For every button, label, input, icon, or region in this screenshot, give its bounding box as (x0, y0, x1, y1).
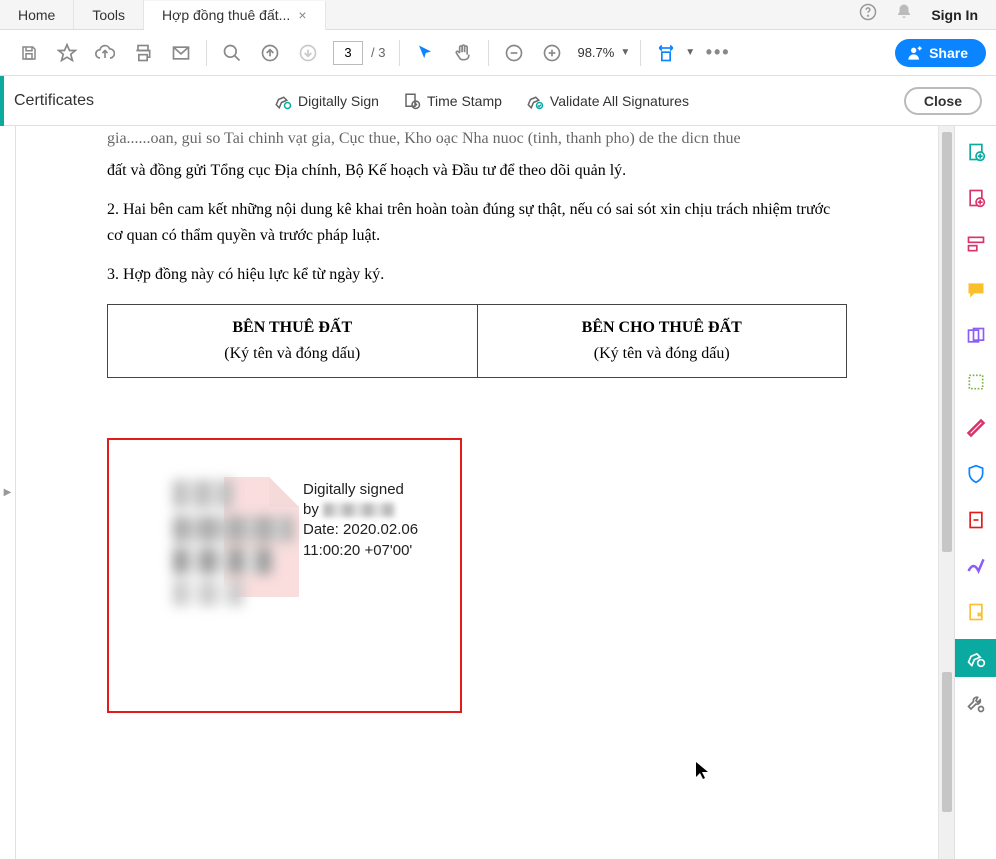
scrollbar-thumb[interactable] (942, 132, 952, 552)
left-panel-toggle[interactable]: ▶ (0, 126, 16, 859)
signature-cell-lessee: BÊN THUÊ ĐẤT (Ký tên và đóng dấu) (108, 304, 478, 377)
signature-content: Digitally signed by Date: 2020.02.06 11:… (173, 480, 418, 606)
protect-icon[interactable] (964, 462, 988, 486)
toolbar-separator (206, 40, 207, 66)
zoom-in-icon[interactable] (537, 38, 567, 68)
signature-head-lessee: BÊN THUÊ ĐẤT (232, 319, 352, 336)
time-stamp-button[interactable]: Time Stamp (403, 92, 502, 110)
help-icon[interactable] (859, 3, 877, 26)
signature-note-lessee: (Ký tên và đóng dấu) (116, 345, 469, 363)
star-icon[interactable] (52, 38, 82, 68)
zoom-out-icon[interactable] (499, 38, 529, 68)
zoom-dropdown-icon[interactable]: ▼ (620, 47, 630, 58)
signature-details: Digitally signed by Date: 2020.02.06 11:… (303, 480, 418, 606)
send-icon[interactable] (964, 600, 988, 624)
sig-line-1: Digitally signed (303, 480, 418, 500)
doc-text-line: 3. Hợp đồng này có hiệu lực kể từ ngày k… (107, 262, 847, 288)
validate-signatures-button[interactable]: Validate All Signatures (526, 92, 689, 110)
organize-icon[interactable] (964, 370, 988, 394)
certificates-actions: Digitally Sign Time Stamp Validate All S… (274, 92, 689, 110)
digitally-sign-label: Digitally Sign (298, 93, 379, 109)
signature-note-lessor: (Ký tên và đóng dấu) (486, 345, 839, 363)
tab-tools[interactable]: Tools (74, 0, 144, 29)
save-icon[interactable] (14, 38, 44, 68)
close-icon[interactable]: × (298, 7, 306, 23)
top-right-group: Sign In (859, 3, 996, 26)
main-area: ▶ gia......oan, gui so Tai chinh vạt gia… (0, 126, 996, 859)
more-tools-icon[interactable] (964, 692, 988, 716)
validate-signatures-label: Validate All Signatures (550, 93, 689, 109)
bell-icon[interactable] (895, 3, 913, 26)
signature-cell-lessor: BÊN CHO THUÊ ĐẤT (Ký tên và đóng dấu) (477, 304, 847, 377)
tab-document[interactable]: Hợp đồng thuê đất... × (144, 1, 325, 30)
time-stamp-label: Time Stamp (427, 93, 502, 109)
page-total-label: / 3 (371, 45, 385, 60)
toolbar-separator (399, 40, 400, 66)
scrollbar-thumb-secondary[interactable] (942, 672, 952, 812)
compress-icon[interactable] (964, 508, 988, 532)
print-icon[interactable] (128, 38, 158, 68)
comment-icon[interactable] (964, 278, 988, 302)
fit-width-icon[interactable] (651, 38, 681, 68)
zoom-out-search-icon[interactable] (217, 38, 247, 68)
close-button[interactable]: Close (904, 87, 982, 115)
document-page: gia......oan, gui so Tai chinh vạt gia, … (67, 126, 887, 753)
top-tabs-bar: Home Tools Hợp đồng thuê đất... × Sign I… (0, 0, 996, 30)
pointer-icon[interactable] (410, 38, 440, 68)
next-page-icon[interactable] (293, 38, 323, 68)
prev-page-icon[interactable] (255, 38, 285, 68)
certificates-tool-icon[interactable] (955, 639, 996, 677)
doc-text-line: gia......oan, gui so Tai chinh vạt gia, … (107, 126, 847, 152)
hand-icon[interactable] (448, 38, 478, 68)
page-number-input[interactable] (333, 41, 363, 65)
certificates-title: Certificates (14, 92, 94, 110)
zoom-level-label: 98.7% (577, 45, 614, 60)
vertical-scrollbar[interactable] (938, 126, 954, 859)
fill-sign-icon[interactable] (964, 554, 988, 578)
certificates-active-indicator (0, 76, 4, 126)
tab-document-label: Hợp đồng thuê đất... (162, 7, 290, 23)
signature-table: BÊN THUÊ ĐẤT (Ký tên và đóng dấu) BÊN CH… (107, 304, 847, 378)
toolbar-separator (488, 40, 489, 66)
fit-dropdown-icon[interactable]: ▼ (685, 47, 695, 58)
share-button-label: Share (929, 45, 968, 61)
redact-icon[interactable] (964, 416, 988, 440)
share-button[interactable]: Share (895, 39, 986, 67)
cursor-icon (696, 762, 710, 785)
toolbar-separator (640, 40, 641, 66)
digitally-sign-button[interactable]: Digitally Sign (274, 92, 379, 110)
sign-in-link[interactable]: Sign In (931, 7, 978, 23)
right-tool-rail (954, 126, 996, 859)
export-pdf-icon[interactable] (964, 186, 988, 210)
combine-icon[interactable] (964, 324, 988, 348)
digital-signature-field[interactable]: Digitally signed by Date: 2020.02.06 11:… (107, 438, 462, 713)
create-pdf-icon[interactable] (964, 140, 988, 164)
doc-text-line: đất và đồng gửi Tổng cục Địa chính, Bộ K… (107, 158, 847, 184)
signature-head-lessor: BÊN CHO THUÊ ĐẤT (582, 319, 742, 336)
sig-line-2: by (303, 500, 418, 520)
sig-line-3: Date: 2020.02.06 (303, 520, 418, 540)
certificates-bar: Certificates Digitally Sign Time Stamp V… (0, 76, 996, 126)
cloud-upload-icon[interactable] (90, 38, 120, 68)
main-toolbar: / 3 98.7% ▼ ▼ ••• Share (0, 30, 996, 76)
signature-image-redacted (173, 480, 293, 606)
edit-pdf-icon[interactable] (964, 232, 988, 256)
doc-text-line: 2. Hai bên cam kết những nội dung kê kha… (107, 197, 847, 248)
sig-line-4: 11:00:20 +07'00' (303, 541, 418, 561)
mail-icon[interactable] (166, 38, 196, 68)
document-viewport[interactable]: gia......oan, gui so Tai chinh vạt gia, … (16, 126, 938, 859)
more-icon[interactable]: ••• (703, 38, 733, 68)
signer-name-redacted (323, 503, 395, 517)
tab-home[interactable]: Home (0, 0, 74, 29)
